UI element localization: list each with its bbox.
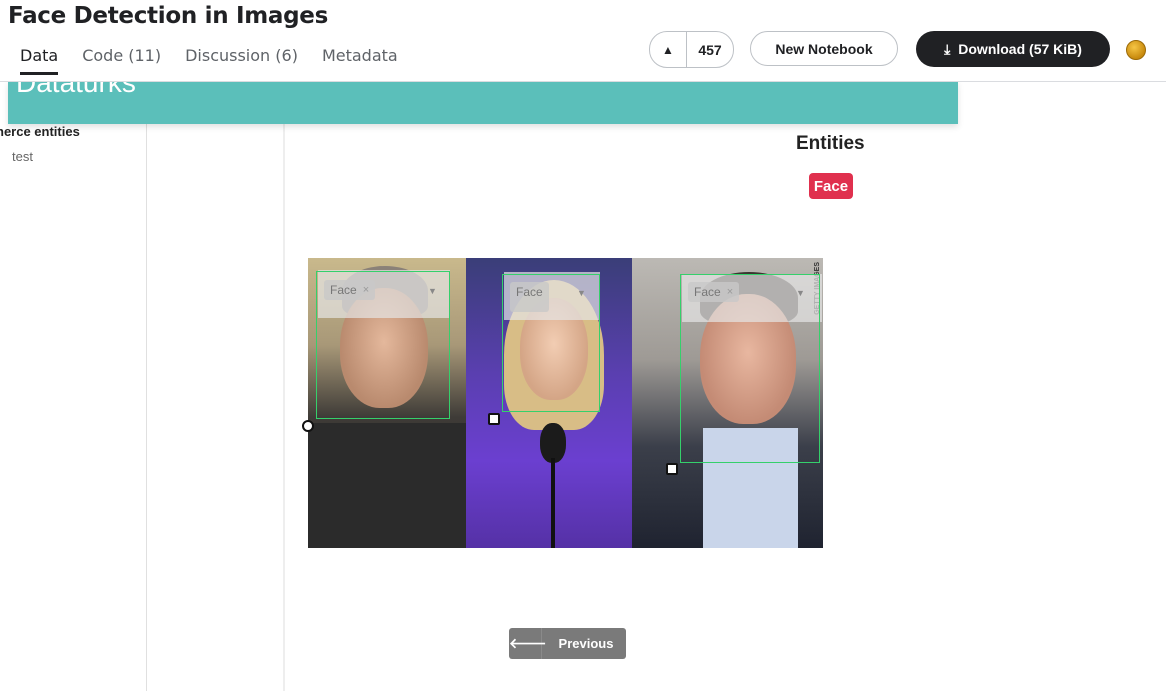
tab-discussion[interactable]: Discussion (6) xyxy=(185,46,298,75)
caret-up-icon: ▲ xyxy=(662,42,674,57)
tab-data[interactable]: Data xyxy=(20,46,59,75)
chevron-down-icon[interactable]: ▼ xyxy=(428,286,437,296)
remove-icon[interactable]: × xyxy=(363,284,369,296)
annotation-label: Face xyxy=(516,285,543,299)
sidebar-heading: nerce entities xyxy=(0,124,80,139)
download-button[interactable]: ⤓ Download (57 KiB) xyxy=(916,31,1110,67)
entity-tag-face[interactable]: Face xyxy=(809,173,853,199)
person-shirt xyxy=(308,423,466,548)
annotation-chip[interactable]: Face × xyxy=(324,280,376,300)
chevron-down-icon[interactable]: ▼ xyxy=(796,288,805,298)
tabs: Data Code (11) Discussion (6) Metadata xyxy=(8,46,410,75)
tab-code[interactable]: Code (11) xyxy=(82,46,161,75)
resize-handle[interactable] xyxy=(488,413,500,425)
entities-title: Entities xyxy=(796,133,865,154)
download-icon: ⤓ xyxy=(944,40,951,57)
bounding-box[interactable] xyxy=(680,274,820,463)
chevron-down-icon[interactable]: ▼ xyxy=(577,288,586,298)
sidebar-item-test[interactable]: test xyxy=(12,149,33,164)
new-notebook-button[interactable]: New Notebook xyxy=(750,31,898,66)
annotated-image[interactable]: GETTY IMAGES Face × ▼ Face ▼ Face × ▼ xyxy=(308,258,823,548)
annotation-label: Face xyxy=(330,283,357,297)
resize-handle[interactable] xyxy=(666,463,678,475)
upvote-button[interactable]: ▲ xyxy=(650,32,687,67)
previous-label: Previous xyxy=(558,636,614,651)
previous-button[interactable]: 🡐 Previous xyxy=(509,628,626,659)
page-title: Face Detection in Images xyxy=(8,3,328,29)
vote-count: 457 xyxy=(698,41,722,58)
medal-icon xyxy=(1126,40,1146,60)
tab-metadata[interactable]: Metadata xyxy=(322,46,398,75)
sidebar: nerce entities test xyxy=(0,124,147,691)
column-divider xyxy=(283,124,285,691)
arrow-left-icon: 🡐 xyxy=(509,628,547,659)
top-bar: Face Detection in Images Data Code (11) … xyxy=(0,0,1166,82)
dataturks-banner: Dataturks xyxy=(8,81,958,124)
microphone xyxy=(540,423,566,463)
annotation-chip[interactable]: Face × xyxy=(688,282,740,302)
annotation-label: Face xyxy=(694,285,721,299)
resize-handle[interactable] xyxy=(302,420,314,432)
remove-icon[interactable]: × xyxy=(727,286,733,298)
upvote-widget: ▲ 457 xyxy=(649,31,734,68)
banner-text: Dataturks xyxy=(16,81,136,98)
download-label: Download (57 KiB) xyxy=(958,41,1082,57)
microphone-stand xyxy=(551,458,555,548)
annotation-chip[interactable]: Face xyxy=(510,282,549,312)
